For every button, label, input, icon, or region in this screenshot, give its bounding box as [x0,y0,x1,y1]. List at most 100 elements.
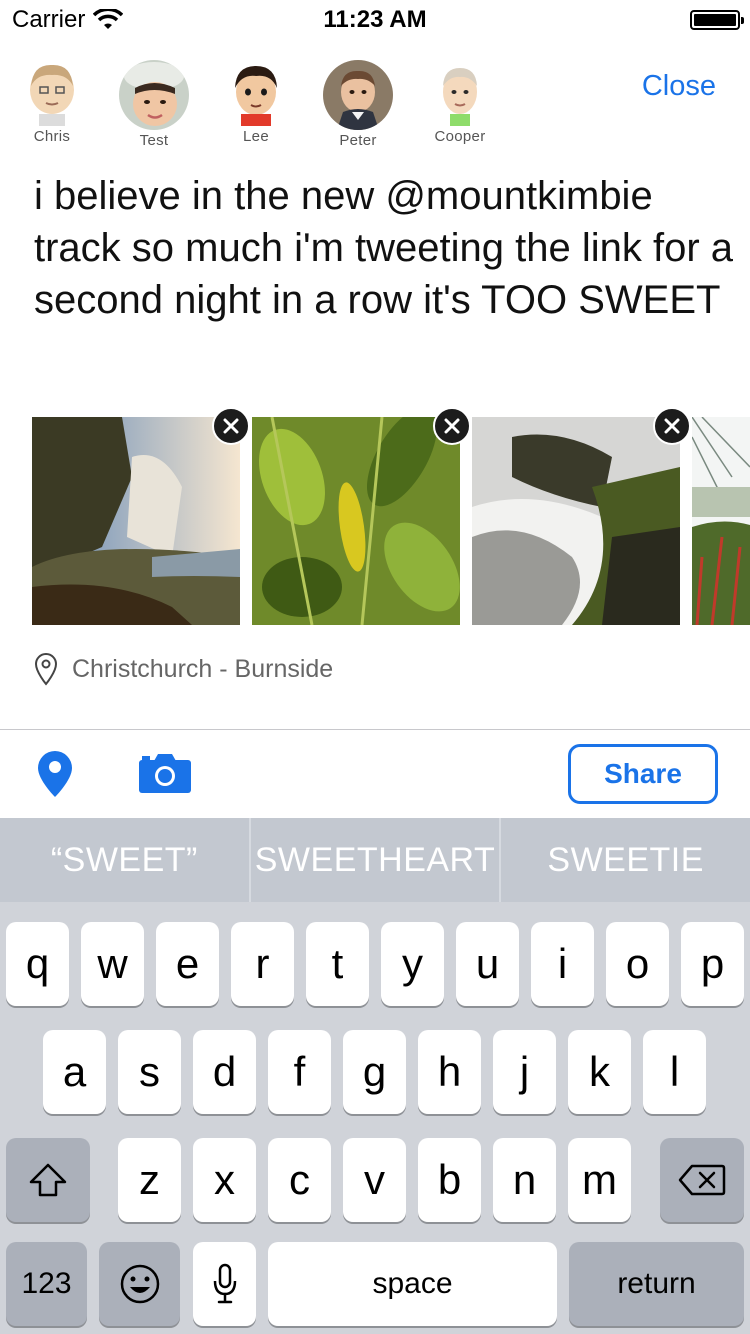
key-label: x [214,1156,235,1203]
numbers-key[interactable]: 123 [6,1242,87,1326]
key-t[interactable]: t [306,922,369,1006]
key-label: n [512,1156,537,1203]
avatar [27,60,77,126]
return-key[interactable]: return [569,1242,744,1326]
backspace-icon [678,1164,726,1196]
key-label: b [437,1156,462,1203]
key-l[interactable]: l [643,1030,706,1114]
close-button[interactable]: Close [642,70,716,103]
key-label: v [364,1156,385,1203]
remove-photo-button[interactable] [433,407,471,445]
microphone-icon [213,1263,236,1304]
key-label: r [255,940,270,987]
suggestion-item[interactable]: “SWEET” [0,818,251,902]
emoji-icon [120,1264,159,1304]
key-label: l [669,1048,680,1095]
key-label: o [625,940,650,987]
key-v[interactable]: v [343,1138,406,1222]
share-button[interactable]: Share [568,744,718,804]
key-g[interactable]: g [343,1030,406,1114]
contact-chris[interactable]: Chris [2,60,102,145]
key-label: j [519,1048,530,1095]
suggestion-item[interactable]: SWEETIE [501,818,750,902]
contact-name: Cooper [434,128,486,145]
photo-thumbnail[interactable] [252,417,460,625]
contact-peter[interactable]: Peter [308,60,408,149]
key-o[interactable]: o [606,922,669,1006]
key-label: y [402,940,423,987]
key-label: c [289,1156,310,1203]
contact-cooper[interactable]: Cooper [410,60,510,145]
contact-name: Lee [243,128,269,145]
clock: 11:23 AM [323,6,427,33]
keyboard: “SWEET” SWEETHEART SWEETIE q w e r t y u… [0,818,750,1334]
key-m[interactable]: m [568,1138,631,1222]
suggestion-bar: “SWEET” SWEETHEART SWEETIE [0,818,750,902]
key-label: s [139,1048,160,1095]
key-b[interactable]: b [418,1138,481,1222]
key-u[interactable]: u [456,922,519,1006]
photo-thumbnail[interactable] [692,417,750,625]
add-location-button[interactable] [36,750,74,803]
key-label: 123 [21,1267,72,1300]
map-pin-icon [38,751,72,797]
key-n[interactable]: n [493,1138,556,1222]
key-label: k [589,1048,610,1095]
avatar [323,60,393,130]
emoji-key[interactable] [99,1242,180,1326]
camera-icon [139,754,191,793]
contact-name: Chris [33,128,71,145]
shift-key[interactable] [6,1138,90,1222]
key-label: z [139,1156,160,1203]
key-label: h [437,1048,462,1095]
backspace-key[interactable] [660,1138,744,1222]
key-p[interactable]: p [681,922,744,1006]
key-z[interactable]: z [118,1138,181,1222]
key-label: e [175,940,200,987]
key-label: space [372,1267,453,1300]
contact-test[interactable]: Test [104,60,204,149]
avatar [233,60,279,126]
battery-icon [690,10,744,30]
remove-photo-button[interactable] [212,407,250,445]
tweet-text-input[interactable]: i believe in the new @mountkimbie track … [34,170,734,326]
dictation-key[interactable] [193,1242,256,1326]
key-k[interactable]: k [568,1030,631,1114]
key-q[interactable]: q [6,922,69,1006]
key-r[interactable]: r [231,922,294,1006]
key-i[interactable]: i [531,922,594,1006]
location-row[interactable]: Christchurch - Burnside [34,652,333,686]
add-photo-button[interactable] [138,752,192,799]
space-key[interactable]: space [268,1242,557,1326]
key-a[interactable]: a [43,1030,106,1114]
photo-thumbnail[interactable] [472,417,680,625]
key-s[interactable]: s [118,1030,181,1114]
contact-lee[interactable]: Lee [206,60,306,145]
avatar [119,60,189,130]
suggestion-item[interactable]: SWEETHEART [251,818,502,902]
close-icon [664,418,680,434]
key-label: return [617,1267,696,1300]
key-x[interactable]: x [193,1138,256,1222]
key-label: w [97,940,128,987]
key-c[interactable]: c [268,1138,331,1222]
key-label: g [362,1048,387,1095]
key-label: q [25,940,50,987]
close-icon [223,418,239,434]
key-w[interactable]: w [81,922,144,1006]
key-label: p [700,940,725,987]
remove-photo-button[interactable] [653,407,691,445]
key-label: a [62,1048,87,1095]
contact-name: Test [139,132,169,149]
key-label: f [293,1048,306,1095]
key-f[interactable]: f [268,1030,331,1114]
key-e[interactable]: e [156,922,219,1006]
key-j[interactable]: j [493,1030,556,1114]
key-label: t [331,940,344,987]
key-h[interactable]: h [418,1030,481,1114]
key-d[interactable]: d [193,1030,256,1114]
key-label: m [582,1156,617,1203]
key-label: u [475,940,500,987]
key-y[interactable]: y [381,922,444,1006]
photo-thumbnail[interactable] [32,417,240,625]
